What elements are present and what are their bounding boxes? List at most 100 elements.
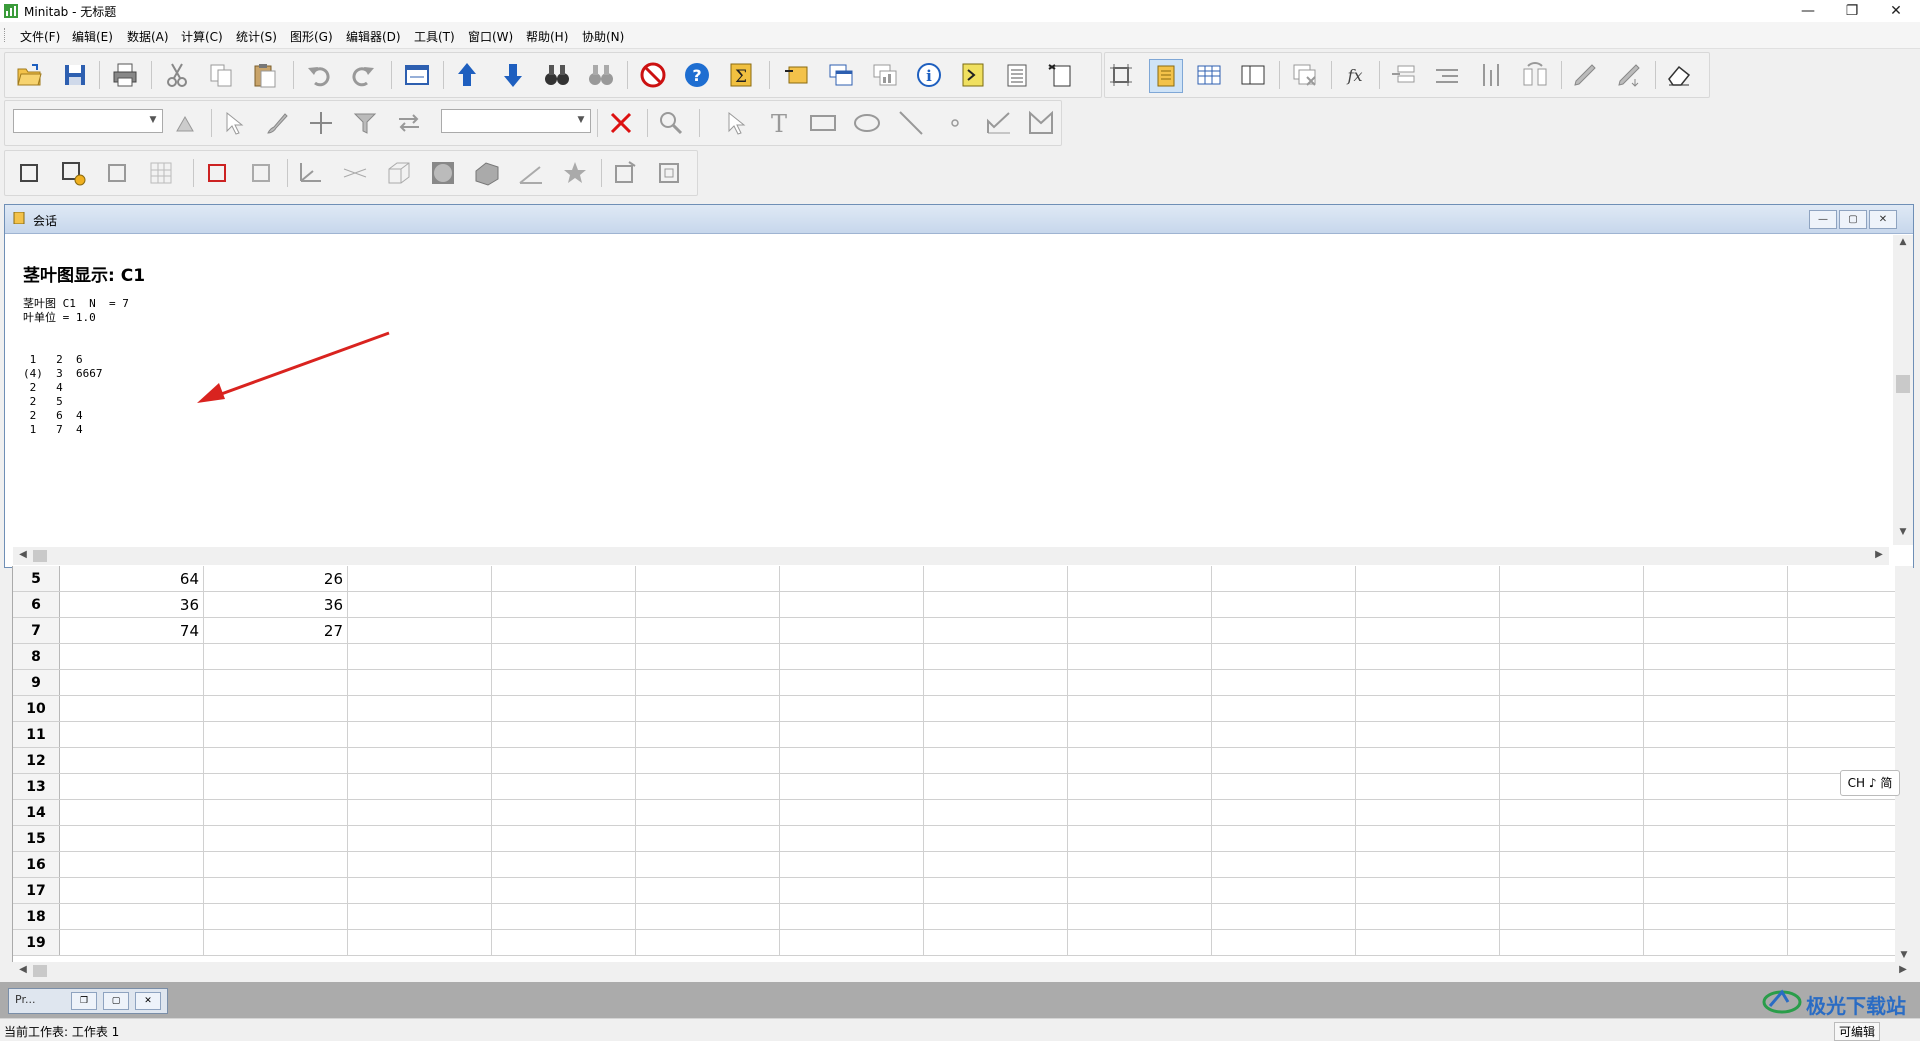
- empty-cell[interactable]: [779, 695, 924, 722]
- frame-light-icon[interactable]: [245, 157, 277, 189]
- restore-button[interactable]: ❐: [1834, 0, 1870, 22]
- empty-cell[interactable]: [347, 799, 492, 826]
- find-icon[interactable]: [541, 59, 573, 91]
- row-header[interactable]: 18: [13, 903, 60, 930]
- empty-cell[interactable]: [491, 695, 636, 722]
- scroll-down-icon[interactable]: ▼: [1893, 527, 1913, 543]
- empty-cell[interactable]: [635, 747, 780, 774]
- axes-xyz-icon[interactable]: [295, 157, 327, 189]
- empty-cell[interactable]: [1211, 643, 1356, 670]
- row-header[interactable]: 15: [13, 825, 60, 852]
- cell-c1[interactable]: [59, 669, 204, 696]
- empty-cell[interactable]: [1355, 721, 1500, 748]
- empty-cell[interactable]: [1787, 851, 1896, 878]
- grid-icon[interactable]: [145, 157, 177, 189]
- zoom-icon[interactable]: [655, 107, 687, 139]
- insert-rows-icon[interactable]: [1431, 59, 1463, 91]
- empty-cell[interactable]: [779, 903, 924, 930]
- empty-cell[interactable]: [1643, 851, 1788, 878]
- empty-cell[interactable]: [1211, 566, 1356, 592]
- cell-c2[interactable]: [203, 903, 348, 930]
- empty-cell[interactable]: [635, 799, 780, 826]
- empty-cell[interactable]: [1211, 773, 1356, 800]
- row-header[interactable]: 8: [13, 643, 60, 670]
- row-header[interactable]: 19: [13, 929, 60, 956]
- save-icon[interactable]: [59, 59, 91, 91]
- cell-c2[interactable]: [203, 877, 348, 904]
- row-header[interactable]: 5: [13, 566, 60, 592]
- empty-cell[interactable]: [635, 929, 780, 956]
- menu-file[interactable]: 文件(F): [20, 28, 60, 45]
- minimized-project-window[interactable]: Pr... ❐ ▢ ✕: [8, 988, 168, 1014]
- empty-cell[interactable]: [1643, 877, 1788, 904]
- empty-cell[interactable]: [1355, 929, 1500, 956]
- prev-row-icon[interactable]: [451, 59, 483, 91]
- scroll-up-icon[interactable]: ▲: [1893, 237, 1913, 253]
- empty-cell[interactable]: [635, 851, 780, 878]
- empty-cell[interactable]: [1499, 669, 1644, 696]
- cell-c2[interactable]: [203, 643, 348, 670]
- empty-cell[interactable]: [1499, 877, 1644, 904]
- empty-cell[interactable]: [1787, 643, 1896, 670]
- report-pad-icon[interactable]: [1001, 59, 1033, 91]
- empty-cell[interactable]: [635, 617, 780, 644]
- cell-c1[interactable]: [59, 643, 204, 670]
- empty-cell[interactable]: [779, 747, 924, 774]
- empty-cell[interactable]: [1067, 721, 1212, 748]
- close-button[interactable]: ✕: [1878, 0, 1914, 22]
- star-icon[interactable]: [559, 157, 591, 189]
- pencil-down-icon[interactable]: [1613, 59, 1645, 91]
- empty-cell[interactable]: [1787, 877, 1896, 904]
- row-header[interactable]: 13: [13, 773, 60, 800]
- empty-cell[interactable]: [923, 903, 1068, 930]
- edit-attributes-icon[interactable]: [169, 107, 201, 139]
- empty-cell[interactable]: [1499, 591, 1644, 618]
- cell-c2[interactable]: 36: [203, 591, 348, 618]
- empty-cell[interactable]: [1067, 695, 1212, 722]
- cell-c1[interactable]: 64: [59, 566, 204, 592]
- worksheet-vertical-scrollbar[interactable]: ▼: [1895, 566, 1913, 962]
- empty-cell[interactable]: [1643, 799, 1788, 826]
- empty-cell[interactable]: [1211, 669, 1356, 696]
- pencil-icon[interactable]: [1569, 59, 1601, 91]
- empty-cell[interactable]: [1787, 799, 1896, 826]
- empty-cell[interactable]: [1355, 591, 1500, 618]
- graph-font-combo[interactable]: ▼: [441, 109, 591, 133]
- assistant-sigma-icon[interactable]: Σ: [725, 59, 757, 91]
- empty-cell[interactable]: [347, 929, 492, 956]
- empty-cell[interactable]: [1643, 643, 1788, 670]
- empty-cell[interactable]: [491, 617, 636, 644]
- empty-cell[interactable]: [491, 591, 636, 618]
- empty-cell[interactable]: [491, 566, 636, 592]
- menu-window[interactable]: 窗口(W): [468, 28, 513, 45]
- empty-cell[interactable]: [491, 669, 636, 696]
- empty-cell[interactable]: [1499, 825, 1644, 852]
- eraser-icon[interactable]: [1663, 59, 1695, 91]
- cell-c2[interactable]: [203, 851, 348, 878]
- menu-help[interactable]: 帮助(H): [526, 28, 568, 45]
- empty-cell[interactable]: [1499, 929, 1644, 956]
- session-window-icon[interactable]: [1149, 59, 1183, 93]
- empty-cell[interactable]: [923, 929, 1068, 956]
- scroll-right-icon[interactable]: ▶: [1895, 964, 1911, 975]
- empty-cell[interactable]: [923, 669, 1068, 696]
- cell-c2[interactable]: [203, 929, 348, 956]
- empty-cell[interactable]: [779, 669, 924, 696]
- empty-cell[interactable]: [1643, 929, 1788, 956]
- empty-cell[interactable]: [1787, 929, 1896, 956]
- frame-icon[interactable]: [13, 157, 45, 189]
- cell-c2[interactable]: 27: [203, 617, 348, 644]
- delete-x-icon[interactable]: [605, 107, 637, 139]
- empty-cell[interactable]: [491, 747, 636, 774]
- show-worksheets-icon[interactable]: [825, 59, 857, 91]
- ruler-icon[interactable]: [339, 157, 371, 189]
- cell-c1[interactable]: [59, 877, 204, 904]
- empty-cell[interactable]: [347, 825, 492, 852]
- cell-c2[interactable]: [203, 695, 348, 722]
- restore-icon[interactable]: ❐: [71, 992, 97, 1010]
- cell-c2[interactable]: [203, 747, 348, 774]
- project-manager-icon[interactable]: [1237, 59, 1269, 91]
- worksheet-horizontal-scrollbar[interactable]: ◀ ▶: [13, 962, 1913, 980]
- row-header[interactable]: 14: [13, 799, 60, 826]
- reset-frame-icon[interactable]: [653, 157, 685, 189]
